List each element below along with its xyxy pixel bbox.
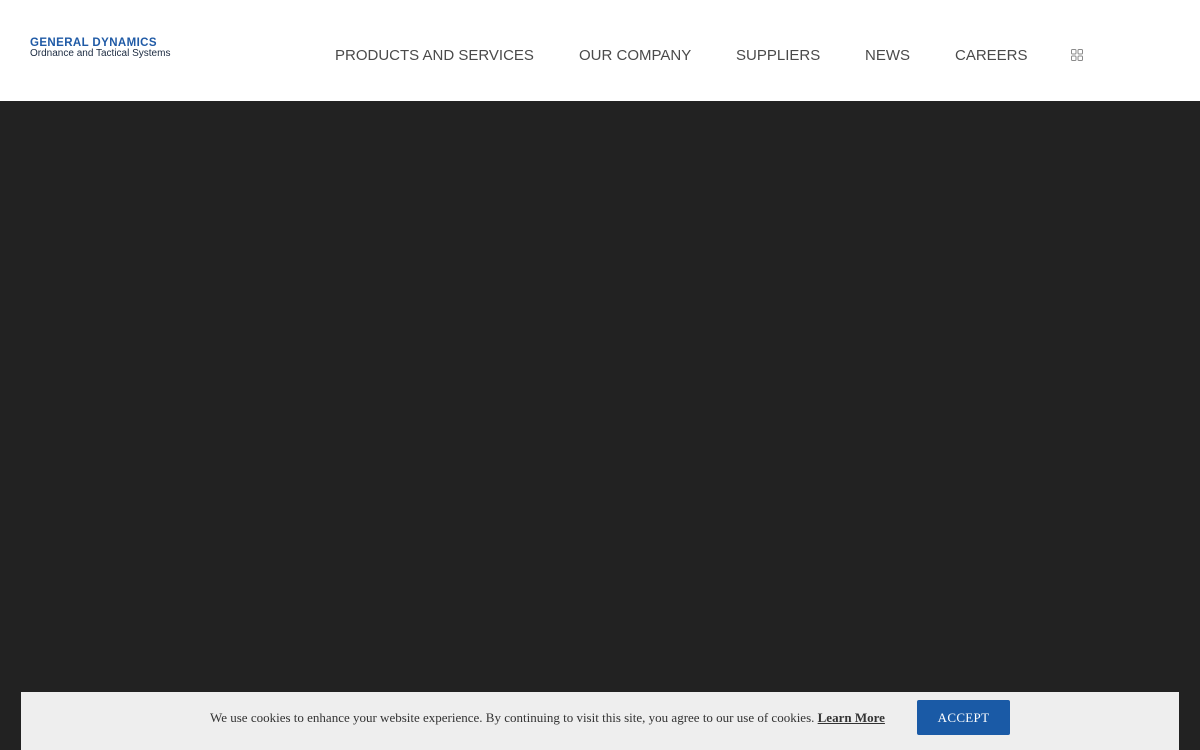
cookie-message-container: We use cookies to enhance your website e… <box>210 710 885 726</box>
company-logo[interactable]: GENERAL DYNAMICS Ordnance and Tactical S… <box>30 37 200 63</box>
hero-area <box>0 101 1200 750</box>
nav-item-our-company[interactable]: OUR COMPANY <box>579 46 691 66</box>
nav-item-news[interactable]: NEWS <box>865 46 910 66</box>
learn-more-link[interactable]: Learn More <box>818 710 885 725</box>
cookie-banner: We use cookies to enhance your website e… <box>21 692 1179 750</box>
grid-icon[interactable] <box>1071 49 1083 61</box>
nav-item-products-and-services[interactable]: PRODUCTS AND SERVICES <box>335 46 534 66</box>
cookie-message: We use cookies to enhance your website e… <box>210 710 815 725</box>
nav-item-careers[interactable]: CAREERS <box>955 46 1028 66</box>
logo-subtitle: Ordnance and Tactical Systems <box>30 48 171 59</box>
nav-item-suppliers[interactable]: SUPPLIERS <box>736 46 820 66</box>
site-header: GENERAL DYNAMICS Ordnance and Tactical S… <box>0 0 1200 101</box>
accept-button[interactable]: ACCEPT <box>917 700 1010 735</box>
